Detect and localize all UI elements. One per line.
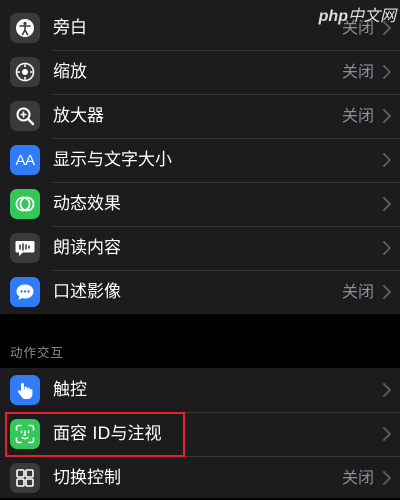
zoom-icon xyxy=(10,57,40,87)
text-size-icon: AA xyxy=(10,145,40,175)
switch-control-icon xyxy=(10,463,40,493)
highlight-box xyxy=(5,412,185,457)
chevron-right-icon xyxy=(383,383,391,397)
zoom-label: 缩放 xyxy=(53,62,87,82)
switch-control-label: 切换控制 xyxy=(53,468,121,488)
motion-icon xyxy=(10,189,40,219)
watermark-brand: php xyxy=(318,8,348,25)
voiceover-icon xyxy=(10,13,40,43)
watermark: php中文网 xyxy=(319,2,396,26)
chevron-right-icon xyxy=(383,285,391,299)
chevron-right-icon xyxy=(383,65,391,79)
spoken-content-label: 朗读内容 xyxy=(53,238,121,258)
display-text-size-row[interactable]: AA 显示与文字大小 xyxy=(0,138,400,182)
vision-settings-group: 旁白 关闭 缩放 关闭 放大器 关闭 AA 显示与文字大小 动态效果 朗读内容 … xyxy=(0,0,400,314)
chevron-right-icon xyxy=(383,153,391,167)
spoken-content-icon xyxy=(10,233,40,263)
touch-row[interactable]: 触控 xyxy=(0,368,400,412)
motion-row[interactable]: 动态效果 xyxy=(0,182,400,226)
text-size-glyph: AA xyxy=(15,151,35,169)
zoom-row[interactable]: 缩放 关闭 xyxy=(0,50,400,94)
spoken-content-row[interactable]: 朗读内容 xyxy=(0,226,400,270)
touch-icon xyxy=(10,375,40,405)
motion-label: 动态效果 xyxy=(53,194,121,214)
display-text-size-label: 显示与文字大小 xyxy=(53,150,172,170)
audio-description-icon xyxy=(10,277,40,307)
zoom-value: 关闭 xyxy=(341,62,374,81)
switch-control-value: 关闭 xyxy=(341,468,374,487)
chevron-right-icon xyxy=(383,109,391,123)
magnifier-icon xyxy=(10,101,40,131)
magnifier-label: 放大器 xyxy=(53,106,104,126)
chevron-right-icon xyxy=(383,197,391,211)
section-header-interaction: 动作交互 xyxy=(10,345,65,360)
voiceover-label: 旁白 xyxy=(53,18,87,38)
chevron-right-icon xyxy=(383,241,391,255)
touch-label: 触控 xyxy=(53,380,87,400)
magnifier-value: 关闭 xyxy=(341,106,374,125)
chevron-right-icon xyxy=(383,427,391,441)
audio-description-row[interactable]: 口述影像 关闭 xyxy=(0,270,400,314)
watermark-site: 中文网 xyxy=(347,8,396,25)
chevron-right-icon xyxy=(383,471,391,485)
switch-control-row[interactable]: 切换控制 关闭 xyxy=(0,456,400,500)
audio-description-value: 关闭 xyxy=(341,282,374,301)
magnifier-row[interactable]: 放大器 关闭 xyxy=(0,94,400,138)
audio-description-label: 口述影像 xyxy=(53,282,121,302)
